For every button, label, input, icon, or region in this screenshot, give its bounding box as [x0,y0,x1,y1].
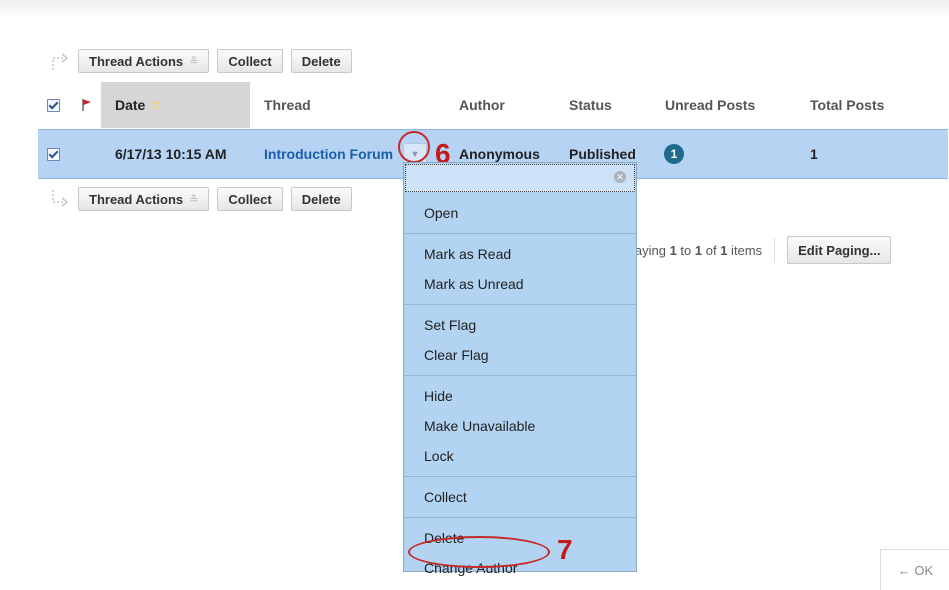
menu-group: Mark as Read Mark as Unread [404,234,636,305]
flag-icon[interactable] [81,82,93,128]
status-column-header[interactable]: Status [569,82,612,128]
sort-descending-icon: ▽ [151,99,160,112]
menu-group: Collect [404,477,636,518]
menu-item-mark-unread[interactable]: Mark as Unread [404,269,636,299]
thread-context-menu: ✕ Open Mark as Read Mark as Unread Set F… [403,162,637,576]
menu-group: Open [404,193,636,234]
edit-paging-button[interactable]: Edit Paging... [787,236,892,264]
table-header: Date ▽ Thread Author Status Unread Posts… [38,82,948,128]
menu-item-collect[interactable]: Collect [404,482,636,512]
delete-button-bottom[interactable]: Delete [290,187,352,211]
thread-column-header[interactable]: Thread [264,82,311,128]
menu-item-open[interactable]: Open [404,198,636,228]
close-icon[interactable]: ✕ [614,171,626,183]
paging-info: laying 1 to 1 of 1 items Edit Paging... [632,236,899,264]
date-header-label: Date [115,97,146,113]
menu-item-mark-read[interactable]: Mark as Read [404,239,636,269]
thread-actions-button-bottom[interactable]: Thread Actions ≚ [78,187,210,211]
callout-number-7: 7 [557,534,573,565]
thread-link[interactable]: Introduction Forum [264,130,393,178]
menu-item-make-unavailable[interactable]: Make Unavailable [404,411,636,441]
collect-button-bottom[interactable]: Collect [217,187,283,211]
menu-item-clear-flag[interactable]: Clear Flag [404,340,636,370]
menu-group: Set Flag Clear Flag [404,305,636,376]
bottom-action-bar: Thread Actions ≚ Collect Delete [48,186,360,212]
bar-arrow-icon [48,188,70,210]
top-action-bar: Thread Actions ≚ Collect Delete [48,48,360,74]
divider [774,238,776,262]
double-chevron-down-icon: ≚ [189,55,199,68]
date-column-header[interactable]: Date ▽ [101,82,250,128]
total-posts-column-header[interactable]: Total Posts [810,82,884,128]
delete-button[interactable]: Delete [290,49,352,73]
callout-circle-7 [408,536,550,568]
menu-item-set-flag[interactable]: Set Flag [404,310,636,340]
unread-count-badge[interactable]: 1 [664,130,684,178]
collect-button[interactable]: Collect [217,49,283,73]
top-shade [0,0,949,18]
select-all-checkbox[interactable] [47,82,60,128]
menu-item-hide[interactable]: Hide [404,381,636,411]
paging-text: laying 1 to 1 of 1 items [632,242,763,258]
unread-posts-column-header[interactable]: Unread Posts [665,82,755,128]
ok-button[interactable]: ← OK [880,549,949,590]
menu-item-lock[interactable]: Lock [404,441,636,471]
menu-group: Hide Make Unavailable Lock [404,376,636,477]
bar-arrow-icon [48,50,70,72]
row-date: 6/17/13 10:15 AM [115,146,227,162]
thread-actions-button[interactable]: Thread Actions ≚ [78,49,210,73]
author-column-header[interactable]: Author [459,82,505,128]
thread-actions-label: Thread Actions [89,53,184,69]
row-total-posts: 1 [810,146,818,162]
row-checkbox[interactable] [47,130,60,178]
callout-circle-6 [398,131,430,163]
thread-actions-label: Thread Actions [89,191,184,207]
menu-focus-bar: ✕ [405,164,635,192]
double-chevron-down-icon: ≚ [189,193,199,206]
